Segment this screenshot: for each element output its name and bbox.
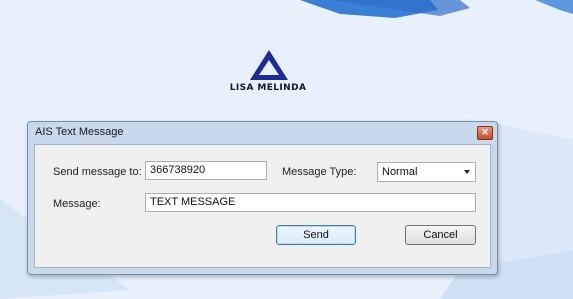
message-type-select[interactable]: Normal bbox=[377, 162, 476, 182]
dialog-titlebar[interactable]: AIS Text Message ✕ bbox=[28, 122, 497, 142]
vessel-marker[interactable]: LISA MELINDA bbox=[222, 48, 332, 98]
chevron-down-icon bbox=[464, 170, 470, 174]
message-label: Message: bbox=[53, 198, 101, 210]
send-button[interactable]: Send bbox=[276, 225, 356, 245]
message-field[interactable]: TEXT MESSAGE bbox=[145, 193, 476, 212]
send-to-label: Send message to: bbox=[53, 166, 142, 178]
vessel-triangle-icon bbox=[248, 48, 290, 82]
ais-text-message-dialog: AIS Text Message ✕ Send message to: 3667… bbox=[27, 121, 498, 275]
dialog-body: Send message to: 366738920 Message Type:… bbox=[34, 144, 491, 268]
message-type-label: Message Type: bbox=[282, 166, 357, 178]
dialog-title: AIS Text Message bbox=[35, 126, 124, 138]
vessel-name: LISA MELINDA bbox=[229, 83, 307, 93]
cancel-button[interactable]: Cancel bbox=[405, 225, 476, 245]
close-icon[interactable]: ✕ bbox=[477, 126, 493, 140]
send-to-field[interactable]: 366738920 bbox=[145, 161, 267, 180]
message-type-value: Normal bbox=[382, 166, 418, 178]
